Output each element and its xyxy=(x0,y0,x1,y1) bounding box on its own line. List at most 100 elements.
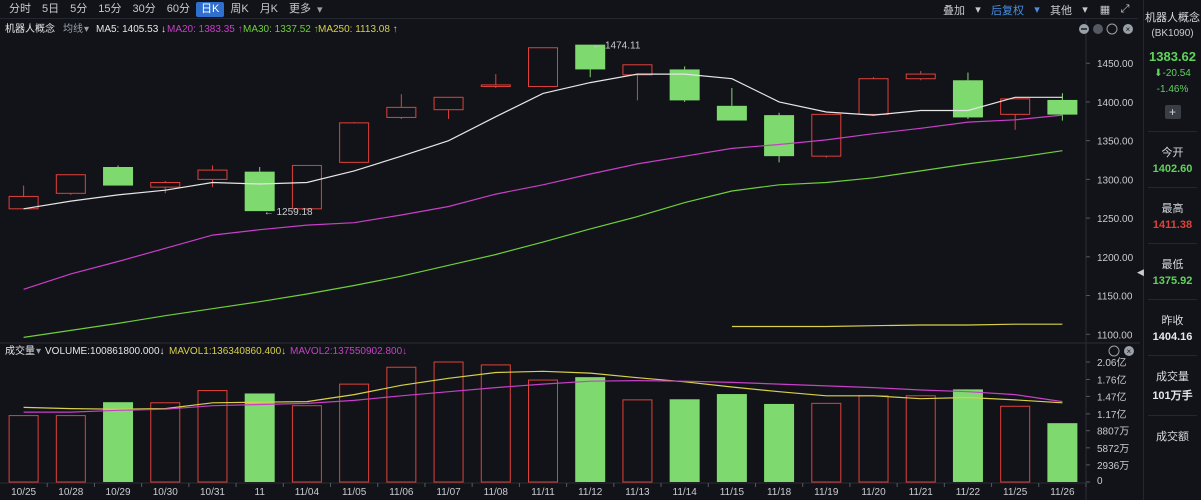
date-tick-label: 11/05 xyxy=(342,487,367,498)
ma5-legend: MA5: 1405.53 ↓ xyxy=(96,24,166,35)
candle[interactable] xyxy=(103,165,134,186)
high-value: 1411.38 xyxy=(1152,219,1193,231)
price-change: ⬇-20.54 xyxy=(1144,68,1201,79)
date-tick-label: 11/07 xyxy=(436,487,461,498)
high-label: 最高 xyxy=(1161,203,1184,215)
volume-bar xyxy=(716,394,747,482)
plus-icon[interactable] xyxy=(1093,24,1103,34)
low-price-label: ← 1259.18 xyxy=(264,207,313,218)
candle[interactable] xyxy=(1000,98,1031,130)
collapse-handle[interactable]: ◀ xyxy=(1137,264,1144,280)
date-tick-label: 11/04 xyxy=(295,487,320,498)
candle[interactable] xyxy=(433,96,464,119)
date-tick-label: 11/20 xyxy=(861,487,886,498)
candle-body xyxy=(858,78,889,115)
chevron-down-icon: ▾ xyxy=(84,24,89,35)
date-tick-label: 11/19 xyxy=(814,487,839,498)
date-tick-label: 11/22 xyxy=(956,487,981,498)
price-tick-label: 1100.00 xyxy=(1097,330,1133,341)
candle[interactable] xyxy=(622,64,653,101)
candle[interactable] xyxy=(55,174,86,195)
candle[interactable] xyxy=(858,77,889,116)
kline-chart: 1450.00 1400.00 1350.00 1300.00 1250.00 1200.… xyxy=(0,20,1140,500)
candle-body xyxy=(622,64,653,76)
candle[interactable] xyxy=(952,72,983,119)
price-tick-label: 1200.00 xyxy=(1097,253,1134,264)
volume-bar xyxy=(103,402,134,482)
turnover-label: 成交额 xyxy=(1156,431,1189,443)
candle[interactable] xyxy=(480,74,511,89)
price-tick-label: 1350.00 xyxy=(1097,137,1134,148)
volume-bar xyxy=(386,366,417,483)
candle-body xyxy=(905,73,936,80)
candle[interactable] xyxy=(528,47,558,87)
date-tick-label: 11/14 xyxy=(673,487,698,498)
ma30-legend: MA30: 1337.52 ↑ xyxy=(243,24,319,35)
date-tick-label: 11/21 xyxy=(909,487,934,498)
volume-bar xyxy=(55,415,86,483)
prev-close-value: 1404.16 xyxy=(1152,331,1193,343)
low-value: 1375.92 xyxy=(1152,275,1193,287)
volume-tick-label: 1.47亿 xyxy=(1097,390,1126,403)
volume-bar xyxy=(811,402,842,483)
add-watchlist-button[interactable]: + xyxy=(1164,105,1181,119)
date-tick-label: 10/28 xyxy=(58,487,83,498)
volume-tick-label: 0 xyxy=(1097,476,1103,487)
candle[interactable] xyxy=(8,185,39,210)
candle[interactable] xyxy=(716,88,747,121)
candle[interactable] xyxy=(669,66,700,102)
volume-bar xyxy=(528,379,558,483)
main-panel-controls: × xyxy=(1079,23,1133,35)
volume-panel-controls: × xyxy=(1108,345,1134,357)
volume-value: 101万手 xyxy=(1152,390,1193,402)
volume-bar xyxy=(622,399,653,483)
candle-body xyxy=(197,169,228,180)
mavol1-legend: MAVOL1:136340860.400↓ xyxy=(169,346,286,357)
candle[interactable] xyxy=(244,166,275,212)
ma250-line xyxy=(731,323,1063,328)
volume-bar xyxy=(291,405,322,483)
volume-axis: 2.06亿 1.76亿 1.47亿 1.17亿 8807万 5872万 2936万 0 xyxy=(1086,356,1129,487)
volume-bar xyxy=(905,395,936,483)
date-tick-label: 11/15 xyxy=(720,487,745,498)
candle[interactable] xyxy=(291,164,322,211)
candle-body xyxy=(952,80,983,118)
candle-body xyxy=(480,84,511,87)
change-value: -20.54 xyxy=(1162,68,1191,79)
volume-name: 成交量 xyxy=(5,344,35,357)
volume-bar xyxy=(764,403,795,482)
volume-tick-label: 5872万 xyxy=(1097,444,1129,455)
ma-lines xyxy=(23,73,1063,338)
date-tick-label: 11/08 xyxy=(484,487,509,498)
open-label: 今开 xyxy=(1161,147,1184,159)
candle[interactable] xyxy=(811,113,842,158)
candle[interactable] xyxy=(386,94,417,119)
gear-icon[interactable] xyxy=(1106,23,1118,35)
date-tick-label: 11/06 xyxy=(389,487,414,498)
quote-sidebar: 机器人概念 (BK1090) 1383.62 ⬇-20.54 -1.46% + … xyxy=(1143,0,1201,500)
volume-bar xyxy=(575,377,606,482)
candle-body xyxy=(1047,99,1078,115)
current-price: 1383.62 xyxy=(1149,49,1196,64)
volume-bar xyxy=(669,399,700,482)
volume-bars[interactable] xyxy=(8,361,1078,483)
volume-bar xyxy=(858,395,889,483)
candle[interactable] xyxy=(764,112,795,163)
prev-close-label: 昨收 xyxy=(1161,315,1184,327)
gear-icon[interactable] xyxy=(1108,345,1120,357)
volume-tick-label: 8807万 xyxy=(1097,427,1129,438)
candle[interactable] xyxy=(339,122,370,163)
candle-body xyxy=(386,106,417,118)
candle[interactable] xyxy=(905,70,936,81)
ma250-legend: MA250: 1113.08 ↑ xyxy=(318,24,398,35)
volume-label: 成交量 xyxy=(1156,371,1189,383)
volume-tick-label: 2.06亿 xyxy=(1097,356,1126,369)
ma20-legend: MA20: 1383.35 ↑ xyxy=(167,24,243,35)
volume-tick-label: 2936万 xyxy=(1097,461,1129,472)
date-tick-label: 11/25 xyxy=(1003,487,1028,498)
date-tick-label: 11 xyxy=(255,487,266,498)
ma-type-label[interactable]: 均线 xyxy=(63,22,83,35)
candle-body xyxy=(103,166,134,186)
candles[interactable] xyxy=(8,44,1078,212)
candle-body xyxy=(55,174,86,194)
